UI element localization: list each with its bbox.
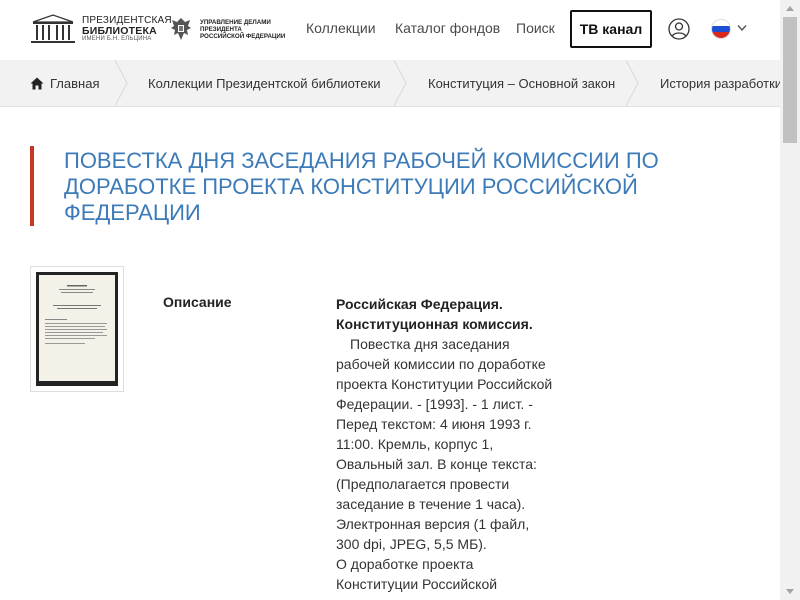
breadcrumb-history[interactable]: История разработки — [660, 60, 780, 106]
home-icon — [30, 77, 44, 89]
nav-search[interactable]: Поиск — [516, 20, 555, 36]
nav-search-link[interactable]: Поиск — [516, 20, 555, 36]
double-headed-eagle-icon — [171, 18, 191, 40]
breadcrumb-collections-label: Коллекции Президентской библиотеки — [148, 75, 381, 91]
library-building-icon — [31, 14, 75, 43]
logo-line-2: БИБЛИОТЕКА — [82, 24, 157, 37]
breadcrumb-separator — [114, 60, 128, 106]
nav-catalog-link[interactable]: Каталог фондов — [395, 20, 500, 36]
vertical-scrollbar[interactable] — [780, 0, 800, 600]
scroll-down-arrow-icon[interactable] — [786, 589, 794, 594]
document-page-image — [39, 275, 115, 381]
site-header: ПРЕЗИДЕНТСКАЯ БИБЛИОТЕКА ИМЕНИ Б.Н. ЕЛЬЦ… — [0, 0, 780, 61]
nav-collections[interactable]: Коллекции — [306, 20, 376, 36]
presidential-library-logo[interactable]: ПРЕЗИДЕНТСКАЯ БИБЛИОТЕКА ИМЕНИ Б.Н. ЕЛЬЦ… — [30, 14, 172, 44]
breadcrumb-collections[interactable]: Коллекции Президентской библиотеки — [148, 60, 381, 106]
tv-channel-label: ТВ канал — [579, 21, 643, 37]
title-accent-bar — [30, 146, 34, 226]
breadcrumb-home-label: Главная — [50, 75, 100, 91]
russia-flag-icon[interactable] — [711, 19, 731, 39]
scroll-up-arrow-icon[interactable] — [786, 6, 794, 11]
breadcrumb-home[interactable]: Главная — [30, 60, 99, 106]
breadcrumb-constitution[interactable]: Конституция – Основной закон — [428, 60, 615, 106]
administration-logo[interactable]: УПРАВЛЕНИЕ ДЕЛАМИ ПРЕЗИДЕНТА РОССИЙСКОЙ … — [168, 15, 290, 43]
description-text: Повестка дня заседания рабочей комиссии … — [336, 336, 553, 552]
breadcrumb-separator — [393, 60, 407, 106]
breadcrumb-history-label: История разработки — [660, 75, 780, 91]
description-more: О доработке проекта Конституции Российск… — [336, 556, 498, 592]
page-title: Повестка дня заседания рабочей комиссии … — [64, 148, 659, 225]
description-block: Российская Федерация. Конституционная ко… — [336, 294, 556, 594]
administration-logo-text: УПРАВЛЕНИЕ ДЕЛАМИ ПРЕЗИДЕНТА РОССИЙСКОЙ … — [200, 19, 290, 40]
document-thumbnail[interactable] — [30, 266, 124, 392]
nav-catalog[interactable]: Каталог фондов — [395, 20, 500, 36]
user-icon[interactable] — [668, 18, 690, 40]
breadcrumb: Главная Коллекции Президентской библиоте… — [0, 60, 780, 107]
description-label: Описание — [163, 294, 232, 310]
administration-line-2: РОССИЙСКОЙ ФЕДЕРАЦИИ — [200, 32, 286, 40]
logo-line-3: ИМЕНИ Б.Н. ЕЛЬЦИНА — [82, 35, 152, 42]
logo-text: ПРЕЗИДЕНТСКАЯ БИБЛИОТЕКА ИМЕНИ Б.Н. ЕЛЬЦ… — [82, 14, 172, 43]
scrollbar-thumb[interactable] — [783, 17, 797, 143]
document-preview-icon — [45, 285, 107, 344]
breadcrumb-constitution-label: Конституция – Основной закон — [428, 75, 616, 91]
logo-line-1: ПРЕЗИДЕНТСКАЯ — [82, 14, 172, 26]
description-heading: Российская Федерация. Конституционная ко… — [336, 296, 533, 332]
tv-channel-button[interactable]: ТВ канал — [570, 10, 652, 48]
nav-collections-link[interactable]: Коллекции — [306, 20, 376, 36]
administration-line-1: УПРАВЛЕНИЕ ДЕЛАМИ ПРЕЗИДЕНТА — [200, 18, 271, 33]
breadcrumb-separator — [625, 60, 639, 106]
chevron-down-icon[interactable] — [737, 24, 747, 32]
